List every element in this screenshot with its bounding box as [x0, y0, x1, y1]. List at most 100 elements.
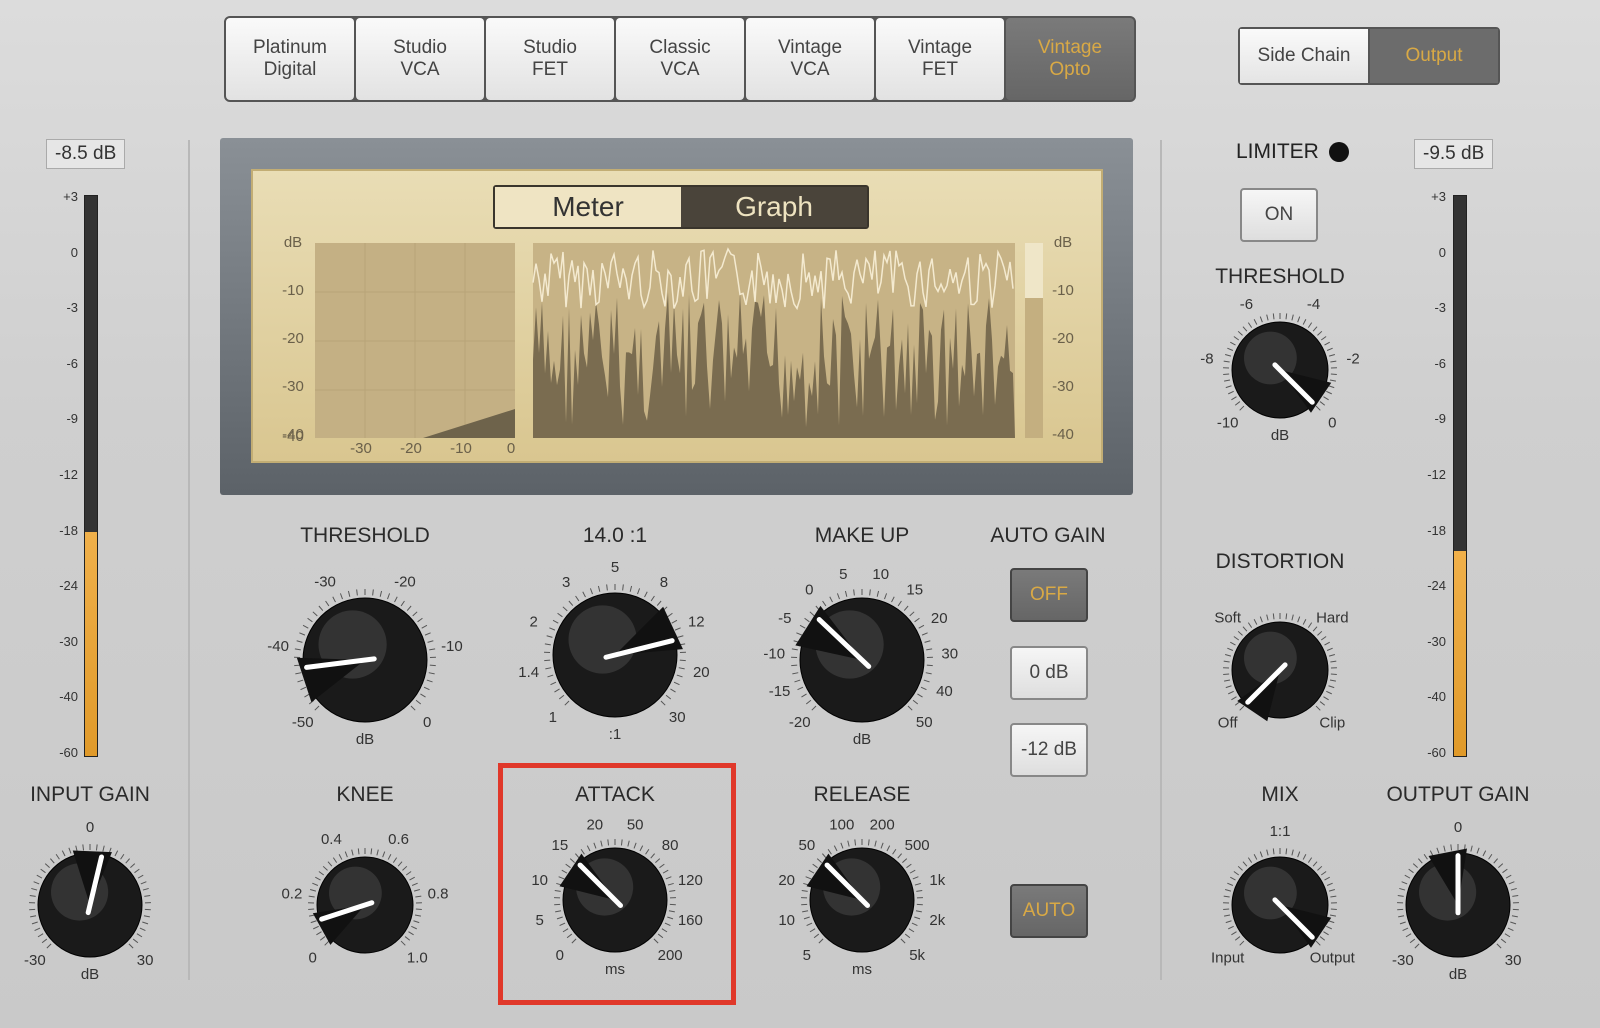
- distortion-knob[interactable]: Off Soft Hard Clip: [1187, 577, 1373, 763]
- mix-knob[interactable]: Input 1:1 Output: [1187, 812, 1373, 998]
- scale-tick: [558, 694, 565, 700]
- model-button-studio-vca[interactable]: Studio VCA: [356, 18, 484, 100]
- scale-tick: [791, 648, 798, 651]
- scale-tick: [1319, 701, 1326, 706]
- scale-tick: [41, 938, 48, 944]
- auto-release-button[interactable]: AUTO: [1010, 884, 1088, 938]
- right-tick: -40: [1052, 426, 1074, 443]
- model-label: Vintage: [777, 37, 843, 58]
- knob-unit-label: dB: [81, 966, 99, 983]
- output-gain-knob-title: OUTPUT GAIN: [1386, 783, 1530, 806]
- meter-tick: -9: [1434, 411, 1446, 427]
- output-gain-knob[interactable]: -30 0 30 dB: [1361, 808, 1555, 1002]
- model-button-classic-vca[interactable]: Classic VCA: [616, 18, 744, 100]
- scale-tick: [29, 894, 36, 897]
- scale-tick: [1227, 882, 1234, 886]
- auto-gain-0db-button[interactable]: 0 dB: [1010, 646, 1088, 700]
- scale-tick: [1324, 341, 1330, 346]
- scale-tick: [387, 853, 392, 860]
- right-tick: -30: [1052, 378, 1074, 395]
- scale-tick: [142, 887, 149, 891]
- knee-knob[interactable]: 0 0.2 0.4 0.6 0.8 1.0: [272, 812, 458, 998]
- scale-tick: [840, 842, 844, 849]
- scale-tick: [95, 844, 98, 851]
- knob-scale-label: 20: [693, 664, 710, 681]
- scale-tick: [1326, 347, 1333, 351]
- scale-tick: [34, 927, 41, 931]
- scale-tick: [562, 606, 568, 612]
- scale-tick: [1231, 931, 1237, 936]
- model-button-vintage-fet[interactable]: Vintage FET: [876, 18, 1004, 100]
- scale-tick: [1291, 614, 1294, 621]
- scale-tick: [912, 699, 919, 705]
- scale-tick: [1409, 938, 1416, 944]
- scale-tick: [423, 686, 430, 691]
- scale-tick: [897, 853, 902, 859]
- makeup-knob[interactable]: -20 -15 -10 -5 0 5 10 15 20 30 4050 dB: [755, 553, 969, 767]
- scale-tick: [1266, 314, 1269, 321]
- scale-tick: [347, 590, 351, 597]
- scale-tick: [844, 590, 848, 597]
- model-button-vintage-vca[interactable]: Vintage VCA: [746, 18, 874, 100]
- scale-tick: [805, 699, 812, 705]
- scale-tick: [1324, 641, 1330, 646]
- scale-tick: [809, 928, 816, 933]
- scale-tick: [1228, 925, 1234, 930]
- scale-tick: [1253, 853, 1258, 860]
- scale-tick: [546, 635, 553, 638]
- scale-tick: [854, 839, 857, 846]
- scale-tick: [1502, 868, 1508, 874]
- scale-tick: [397, 861, 403, 867]
- scale-tick: [1242, 326, 1248, 332]
- threshold-knob[interactable]: -50 -40 -30 -20 -10 0 dB: [258, 553, 472, 767]
- scale-tick: [312, 611, 318, 617]
- scale-tick: [1234, 936, 1241, 941]
- distortion-knob-title: DISTORTION: [1215, 550, 1345, 573]
- input-gain-knob[interactable]: -30 0 30 dB: [0, 808, 187, 1002]
- meter-tick: -40: [1427, 689, 1446, 705]
- auto-gain-minus12db-button[interactable]: -12 dB: [1010, 723, 1088, 777]
- ratio-knob[interactable]: 1 1.4 2 3 5 8 12 20 30:1: [508, 548, 722, 762]
- limiter-on-button[interactable]: ON: [1240, 188, 1318, 242]
- scale-tick: [829, 596, 833, 603]
- x-tick: -30: [350, 440, 372, 457]
- input-level-readout: -8.5 dB: [46, 139, 126, 169]
- knob-scale-label: 5k: [909, 947, 925, 964]
- scale-tick: [410, 705, 416, 711]
- auto-gain-off-button[interactable]: OFF: [1010, 568, 1088, 622]
- scale-tick: [907, 705, 913, 711]
- scale-tick: [1223, 895, 1230, 898]
- knob-scale-label: Clip: [1319, 714, 1345, 731]
- scale-tick: [822, 600, 827, 607]
- scale-tick: [415, 699, 422, 705]
- scale-tick: [880, 842, 884, 849]
- scale-tick: [125, 858, 130, 864]
- model-button-vintage-opto[interactable]: Vintage Opto: [1006, 18, 1134, 100]
- model-button-studio-fet[interactable]: Studio FET: [486, 18, 614, 100]
- knob-scale-label: Soft: [1214, 610, 1242, 627]
- model-button-platinum-digital[interactable]: Platinum Digital: [226, 18, 354, 100]
- release-knob[interactable]: 5 10 20 50 100 200 500 1k 2k 5k ms: [765, 803, 959, 997]
- model-label: Digital: [263, 59, 317, 80]
- side-chain-button[interactable]: Side Chain: [1240, 29, 1368, 83]
- scale-tick: [568, 600, 574, 606]
- scale-tick: [1323, 931, 1329, 936]
- limiter-threshold-knob[interactable]: -10 -8 -6 -4 -2 0 dB: [1187, 277, 1373, 463]
- scale-tick: [322, 865, 328, 871]
- y-tick: -30: [282, 378, 304, 395]
- scale-tick: [1230, 641, 1236, 646]
- knob-scale-label: -40: [267, 638, 289, 655]
- scale-tick: [137, 874, 144, 879]
- model-label: FET: [532, 59, 568, 80]
- scale-tick: [33, 881, 40, 885]
- scale-tick: [917, 693, 923, 698]
- meter-tick: -60: [1427, 745, 1446, 760]
- output-button[interactable]: Output: [1370, 29, 1498, 83]
- scale-tick: [629, 585, 633, 592]
- scale-tick: [1436, 847, 1440, 854]
- scale-tick: [411, 925, 417, 930]
- scale-tick: [804, 617, 810, 623]
- scale-tick: [665, 694, 672, 700]
- scale-tick: [796, 632, 803, 636]
- knob-scale-label: 0: [309, 949, 317, 966]
